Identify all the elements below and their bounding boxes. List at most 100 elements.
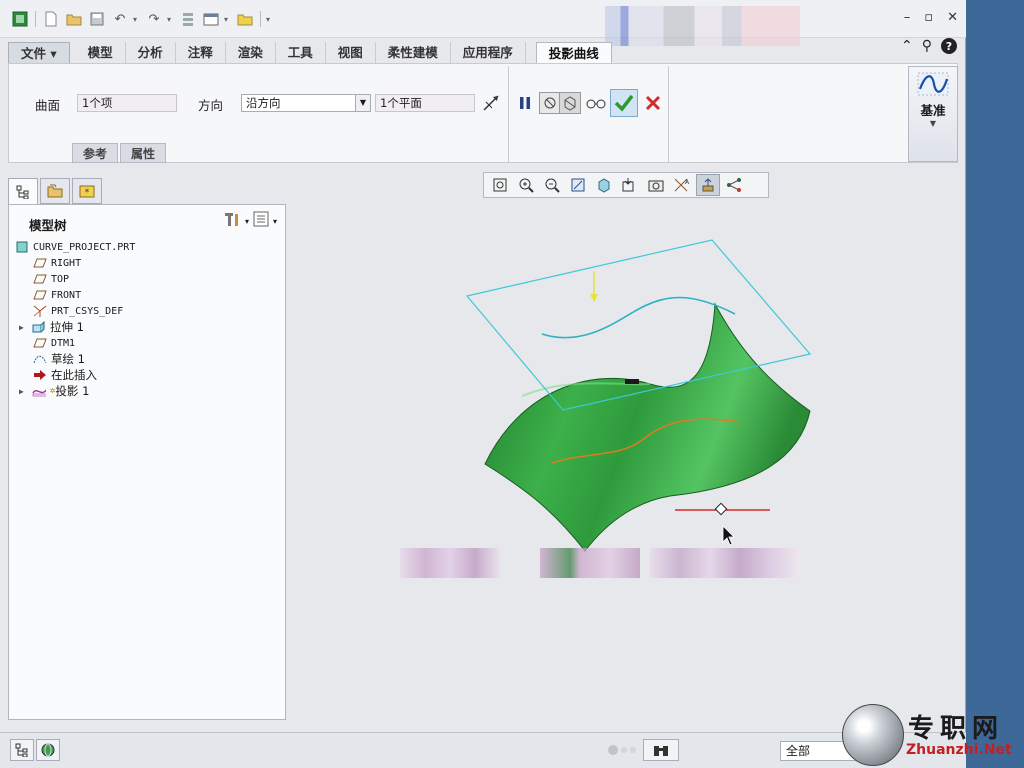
chevron-down-icon[interactable]: ▾ [133,15,141,24]
tab-tools[interactable]: 工具 [276,42,326,64]
ribbon-divider [668,66,669,162]
surface-collector[interactable]: 1个项 [77,94,177,112]
tab-view[interactable]: 视图 [326,42,376,64]
expand-icon[interactable]: ▶ [19,323,29,332]
datum-plane-icon [33,337,47,350]
model-tree-icon [16,185,29,199]
sketch-curve[interactable] [541,296,736,339]
binoculars-icon [654,746,668,756]
surface-body[interactable] [484,302,811,552]
regenerate-icon[interactable] [178,9,198,29]
undo-icon[interactable]: ↶ [110,9,130,29]
watermark-en: Zhuanzhi.Net [906,742,1012,758]
datum-button[interactable]: 基准 ▼ [908,66,958,162]
drag-handle[interactable] [675,502,770,516]
tree-item-dtm1[interactable]: DTM1 [33,335,75,351]
confirm-button[interactable] [610,89,638,117]
customize-icon[interactable]: ▾ [266,15,274,24]
pause-icon[interactable] [514,92,536,114]
no-preview-icon[interactable] [539,92,561,114]
sketch-icon [33,353,47,366]
chevron-down-icon[interactable]: ▾ [273,217,277,226]
model-tree-icon [15,743,28,757]
insert-arrow-icon [33,369,47,382]
chevron-down-icon: ▼ [929,119,937,128]
model-tree-panel: 模型树 ▾ ▾ CURVE_PROJECT.PRT RIGHT TOP FRON… [8,204,286,720]
tab-model[interactable]: 模型 [76,42,126,64]
navigator-tabs: * [8,178,104,204]
cancel-button[interactable] [642,92,664,114]
plane-collector[interactable]: 1个平面 [375,94,475,112]
tree-item-insert-here[interactable]: 在此插入 [33,367,97,383]
open-icon[interactable] [64,9,84,29]
direction-arrow[interactable] [590,271,598,302]
window-controls: – ▫ ✕ [904,10,958,25]
csys-icon [33,305,47,318]
show-icon[interactable] [253,211,269,231]
direction-select[interactable]: 沿方向 ▼ [241,94,371,112]
show-browser-button[interactable] [36,739,60,761]
find-button[interactable] [643,739,679,761]
tab-file[interactable]: 文件 ▾ [8,42,70,64]
tab-references[interactable]: 参考 [72,143,119,163]
extrude-icon [32,321,46,334]
progress-dots [608,745,636,755]
direction-label: 方向 [198,98,224,113]
tab-annotate[interactable]: 注释 [176,42,226,64]
help-icon[interactable]: ? [941,38,957,54]
close-icon[interactable]: ✕ [947,10,958,25]
tab-analysis[interactable]: 分析 [126,42,176,64]
tree-item-sketch[interactable]: 草绘 1 [33,351,85,367]
glasses-icon[interactable] [585,92,607,114]
flip-direction-icon[interactable] [480,92,502,114]
datum-plane-icon [33,289,47,302]
expand-icon[interactable]: ▶ [19,387,29,396]
datum-label: 基准 [920,103,946,118]
favorites-tab[interactable]: * [72,178,102,204]
folder-browser-tab[interactable] [40,178,70,204]
restore-icon[interactable]: ▫ [924,10,933,25]
settings-icon[interactable] [223,211,241,231]
model-viewport[interactable] [290,166,960,732]
minimize-icon[interactable]: – [904,10,911,25]
ribbon-divider [508,66,509,162]
tab-applications[interactable]: 应用程序 [451,42,526,64]
show-navigator-button[interactable] [10,739,34,761]
tab-project-curve[interactable]: 投影曲线 [535,42,612,64]
tab-render[interactable]: 渲染 [226,42,276,64]
chevron-down-icon[interactable]: ▾ [167,15,175,24]
new-icon[interactable] [41,9,61,29]
chevron-down-icon[interactable]: ▾ [245,217,249,226]
save-icon[interactable] [87,9,107,29]
search-icon[interactable]: ⚲ [922,38,932,54]
application-window: ↶ ▾ ↷ ▾ ▾ ▾ – ▫ ✕ ⌃ ⚲ ? 文件 ▾ 模型 分析 注释 渲染 工… [0,0,966,768]
tab-flexible-modeling[interactable]: 柔性建模 [376,42,451,64]
tree-item-part[interactable]: CURVE_PROJECT.PRT [15,239,135,255]
model-tree-tab[interactable] [8,178,38,204]
preview-icon[interactable] [559,92,581,114]
status-bar: 全部 [0,732,966,768]
tree-item-projection[interactable]: ▶ ✲ 投影 1 [19,383,89,399]
datum-curve-icon [917,72,949,96]
tree-item-csys[interactable]: PRT_CSYS_DEF [33,303,123,319]
window-icon[interactable] [201,9,221,29]
browser-globe-icon [41,743,55,757]
tree-item-extrude[interactable]: ▶ 拉伸 1 [19,319,84,335]
chevron-down-icon: ▼ [355,95,370,111]
collapse-ribbon-icon[interactable]: ⌃ [901,38,913,54]
redo-icon[interactable]: ↷ [144,9,164,29]
blurred-overlay [400,548,500,578]
chevron-down-icon[interactable]: ▾ [224,15,232,24]
tree-item-top[interactable]: TOP [33,271,69,287]
model-tree-tools: ▾ ▾ [223,211,277,231]
blurred-title [605,6,800,46]
title-bar: ↶ ▾ ↷ ▾ ▾ ▾ – ▫ ✕ [0,0,966,46]
quick-access-toolbar: ↶ ▾ ↷ ▾ ▾ ▾ [10,8,274,30]
part-icon [15,241,29,254]
close-window-icon[interactable] [235,9,255,29]
tab-properties[interactable]: 属性 [120,143,167,163]
soccer-ball-icon [842,704,904,766]
tree-item-right[interactable]: RIGHT [33,255,81,271]
app-icon[interactable] [10,9,30,29]
tree-item-front[interactable]: FRONT [33,287,81,303]
